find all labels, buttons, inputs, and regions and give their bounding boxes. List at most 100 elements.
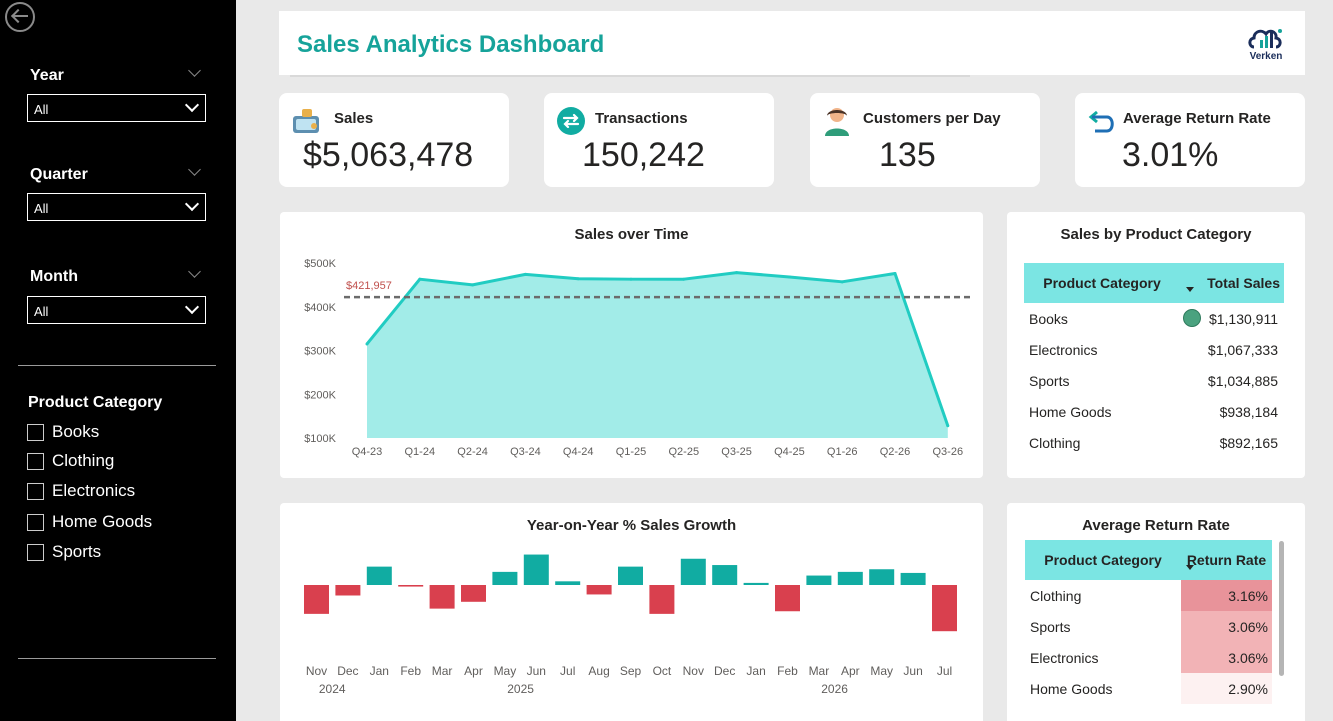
table-cell-category: Clothing (1030, 587, 1082, 604)
x-tick-label: Feb (400, 664, 421, 678)
table-row[interactable]: Clothing $892,165 (1024, 427, 1284, 458)
x-tick-label: Q3-25 (721, 446, 752, 458)
month-dropdown[interactable]: All (27, 296, 206, 324)
table-title: Sales by Product Category (1060, 226, 1252, 243)
x-tick-label: May (494, 664, 517, 678)
year-dropdown[interactable]: All (27, 94, 206, 122)
table-row[interactable]: Electronics 3.06% (1025, 642, 1272, 673)
x-tick-label: Apr (841, 664, 860, 678)
chevron-down-icon[interactable] (188, 163, 201, 176)
kpi-card-customers-per-day: Customers per Day 135 (810, 93, 1040, 187)
growth-bar (366, 566, 392, 585)
filter-sidebar: Year All Quarter All Month All Product C… (0, 0, 236, 721)
category-label: Books (52, 422, 100, 441)
sales-by-category-panel: Sales by Product Category Product Catego… (1007, 212, 1305, 478)
column-header-total-sales[interactable]: Total Sales (1180, 263, 1284, 303)
table-row[interactable]: Clothing 3.16% (1025, 580, 1272, 611)
kpi-value: 135 (879, 136, 936, 174)
category-checkbox-electronics[interactable]: Electronics (27, 480, 135, 502)
table-cell-rate: 2.90% (1181, 673, 1272, 704)
y-tick-label: $500K (304, 258, 336, 270)
average-line-label: $421,957 (346, 280, 392, 292)
table-cell-category: Electronics (1030, 649, 1099, 666)
table-cell-sales: $938,184 (1219, 403, 1278, 420)
growth-bar (586, 585, 612, 595)
x-tick-label: Q1-24 (405, 446, 436, 458)
x-tick-label: Dec (714, 664, 735, 678)
x-tick-label: Q3-26 (933, 446, 964, 458)
table-title: Average Return Rate (1082, 517, 1230, 534)
x-tick-label: Q4-23 (352, 446, 383, 458)
chevron-down-icon (184, 299, 200, 315)
quarter-dropdown[interactable]: All (27, 193, 206, 221)
yoy-growth-chart: Nov Dec Jan Feb Mar Apr May Jun Jul Aug Sep Oct Nov D… (304, 554, 957, 696)
y-tick-label: $400K (304, 302, 336, 314)
table-row[interactable]: Sports 3.06% (1025, 611, 1272, 642)
data-point (365, 342, 369, 346)
growth-bar (523, 554, 549, 585)
data-point (576, 277, 580, 281)
chevron-down-icon[interactable] (188, 265, 201, 278)
scrollbar[interactable] (1279, 541, 1284, 676)
table-row[interactable]: Sports $1,034,885 (1024, 365, 1284, 396)
growth-bar (429, 585, 455, 609)
category-checkbox-books[interactable]: Books (27, 421, 99, 443)
growth-bar (304, 585, 329, 614)
sort-desc-icon (1186, 565, 1194, 570)
category-checkbox-home-goods[interactable]: Home Goods (27, 511, 152, 533)
x-tick-label: Mar (809, 664, 830, 678)
data-point (471, 283, 475, 287)
x-tick-label: Jul (560, 664, 575, 678)
table-cell-category: Books (1029, 310, 1068, 327)
x-tick-label: Q3-24 (510, 446, 541, 458)
chevron-down-icon[interactable] (188, 64, 201, 77)
header-underline (290, 75, 970, 77)
checkbox[interactable] (27, 452, 44, 470)
data-point (735, 271, 739, 275)
y-tick-label: $200K (304, 389, 336, 401)
quarter-dropdown-value: All (34, 201, 49, 216)
column-header-category[interactable]: Product Category (1024, 263, 1180, 303)
table-cell-rate: 3.06% (1181, 642, 1272, 673)
x-year-label: 2025 (507, 682, 534, 696)
yoy-growth-panel: Year-on-Year % Sales Growth Nov Dec Jan Feb… (280, 503, 983, 721)
checkbox[interactable] (27, 482, 44, 500)
back-arrow-icon[interactable] (5, 2, 35, 32)
table-cell-category: Home Goods (1029, 403, 1112, 420)
x-tick-label: Dec (337, 664, 358, 678)
table-row[interactable]: Home Goods 2.90% (1025, 673, 1272, 704)
x-year-label: 2024 (319, 682, 346, 696)
category-checkbox-sports[interactable]: Sports (27, 541, 101, 563)
kpi-card-sales: Sales $5,063,478 (279, 93, 509, 187)
data-point (629, 277, 633, 281)
table-cell-sales: $1,130,911 (1180, 303, 1284, 334)
checkbox[interactable] (27, 513, 44, 531)
sales-value: $1,130,911 (1208, 310, 1278, 327)
growth-bar (680, 558, 706, 585)
x-year-label: 2026 (821, 682, 848, 696)
table-row[interactable]: Home Goods $938,184 (1024, 396, 1284, 427)
kpi-value: 150,242 (582, 136, 705, 174)
table-cell-sales: $892,165 (1219, 434, 1278, 451)
table-cell-rate: 3.16% (1181, 580, 1272, 611)
growth-bar (743, 582, 769, 585)
category-checkbox-clothing[interactable]: Clothing (27, 450, 114, 472)
column-header-return-rate[interactable]: Return Rate (1181, 540, 1272, 580)
sales-over-time-chart: $500K $400K $300K $200K $100K $421,957 Q4-23 Q1… (304, 258, 970, 458)
column-header-category[interactable]: Product Category (1025, 540, 1181, 580)
x-tick-label: Jun (527, 664, 546, 678)
checkbox[interactable] (27, 423, 44, 441)
category-label: Clothing (52, 451, 115, 470)
x-tick-label: Nov (683, 664, 704, 678)
return-rate-panel: Average Return Rate Product Category Ret… (1007, 503, 1305, 721)
table-row[interactable]: Books $1,130,911 (1024, 303, 1284, 334)
data-point (946, 424, 950, 428)
table-row[interactable]: Electronics $1,067,333 (1024, 334, 1284, 365)
verken-logo: Verken (1245, 23, 1287, 65)
category-label: Electronics (52, 481, 136, 500)
table-cell-rate: 3.06% (1181, 611, 1272, 642)
x-tick-label: Feb (777, 664, 798, 678)
table-cell-category: Sports (1030, 618, 1071, 635)
checkbox[interactable] (27, 543, 44, 561)
sales-by-category-table: Product Category Total Sales Books $1,130… (1024, 263, 1284, 458)
